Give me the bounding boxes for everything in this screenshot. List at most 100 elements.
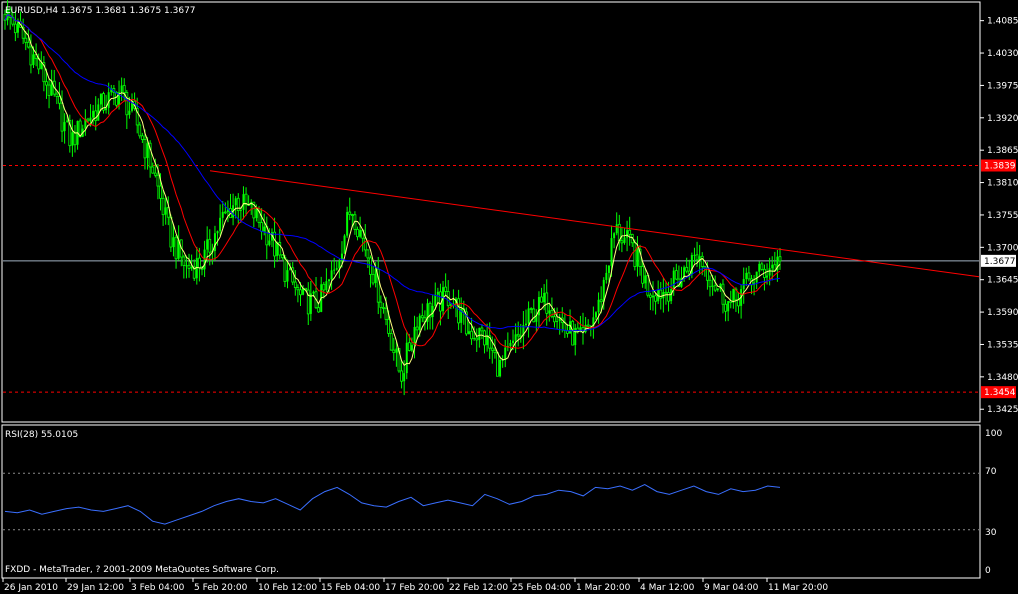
candle-body [317,307,321,313]
candle-body [449,304,452,306]
rsi-scale-0: 0 [985,566,991,576]
candle-body [66,120,69,123]
candle-body [545,292,549,314]
candle-body [223,211,227,214]
candle-body [382,307,385,309]
candle-body [255,208,258,218]
candle-body [742,279,745,290]
candle-body [721,283,725,305]
candle-body [283,257,287,282]
time-tick-label: 29 Jan 12:00 [67,583,124,593]
candle-body [387,318,391,334]
candle-body [293,281,297,288]
candle-body [628,229,632,235]
candle-body [392,349,396,354]
candle-body [524,323,527,326]
candle-body [480,327,484,332]
candle-body [693,254,696,256]
candle-body [467,331,470,334]
candle-body [516,333,520,337]
candle-body [529,308,533,310]
candle-body [174,236,178,260]
time-tick-label: 10 Feb 12:00 [258,583,317,593]
candle-body [475,337,479,341]
candle-body [236,197,240,211]
candle-body [512,340,515,343]
candle-body [685,266,689,272]
candle-body [737,299,740,307]
candle-body [335,268,338,270]
candle-body [333,269,336,271]
candle-body [548,310,551,314]
price-tick-label: 1.3700 [987,243,1018,253]
rsi-panel-frame [1,424,981,579]
candle-body [151,166,155,174]
time-tick-label: 22 Feb 12:00 [449,583,508,593]
level-price-label: 1.3454 [984,388,1016,398]
candle-body [32,54,35,65]
candle-body [716,288,719,291]
candle-body [26,41,30,48]
candle-body [778,256,782,262]
candle-body [727,301,730,312]
candle-body [509,342,512,347]
candle-body [13,23,17,34]
candle-body [115,91,118,106]
candle-body [206,239,209,250]
candle-body [161,197,165,216]
candle-body [444,286,448,292]
candle-body [24,37,28,43]
candle-body [239,209,242,211]
moving-averages [4,14,781,367]
candle-body [615,224,618,234]
candle-body [556,321,559,323]
candle-body [379,301,383,308]
candle-body [29,46,33,66]
rsi-line [4,484,781,525]
trading-chart-window[interactable]: 1.4085 1.4030 1.3975 1.3920 1.3865 1.3810 1.37… [0,0,1018,594]
candle-body [724,303,727,312]
candle-body [403,373,406,382]
candle-body [208,238,212,253]
candle-body [359,230,362,237]
candle-body [486,335,489,345]
candle-body [260,222,264,232]
candle-body [641,266,645,284]
candle-body [490,347,494,351]
candle-body [771,264,774,269]
candle-body [420,315,424,319]
candle-body [732,289,735,303]
candle-body [415,326,419,331]
candle-body [607,265,610,273]
candle-body [434,294,437,306]
candle-body [457,298,460,324]
candle-body [620,240,624,244]
candle-body [99,93,102,105]
price-tick-label: 1.3425 [987,405,1018,415]
price-tick-label: 1.3920 [987,114,1018,124]
candle-body [276,242,279,256]
candle-body [760,263,764,270]
candle-body [473,338,476,340]
candle-body [182,256,186,266]
candle-body [766,275,769,278]
time-tick-label: 4 Mar 12:00 [640,583,695,593]
candle-body [185,265,188,267]
horizontal-levels[interactable]: 1.3839 1.3454 1.3677 [3,159,1016,399]
candle-body [63,122,66,132]
current-price-label: 1.3677 [984,257,1016,267]
candle-body [504,347,507,360]
candle-body [540,296,543,303]
candle-body [674,270,678,280]
candle-body [105,107,108,111]
rsi-indicator [3,472,979,531]
candle-body [273,231,276,257]
candle-body [711,285,714,287]
price-tick-label: 1.3865 [987,146,1018,156]
candle-body [605,272,608,280]
time-tick-label: 3 Feb 04:00 [131,583,185,593]
candle-body [413,327,416,346]
candle-body [613,233,616,239]
candle-body [286,270,289,282]
candlesticks [3,0,782,396]
